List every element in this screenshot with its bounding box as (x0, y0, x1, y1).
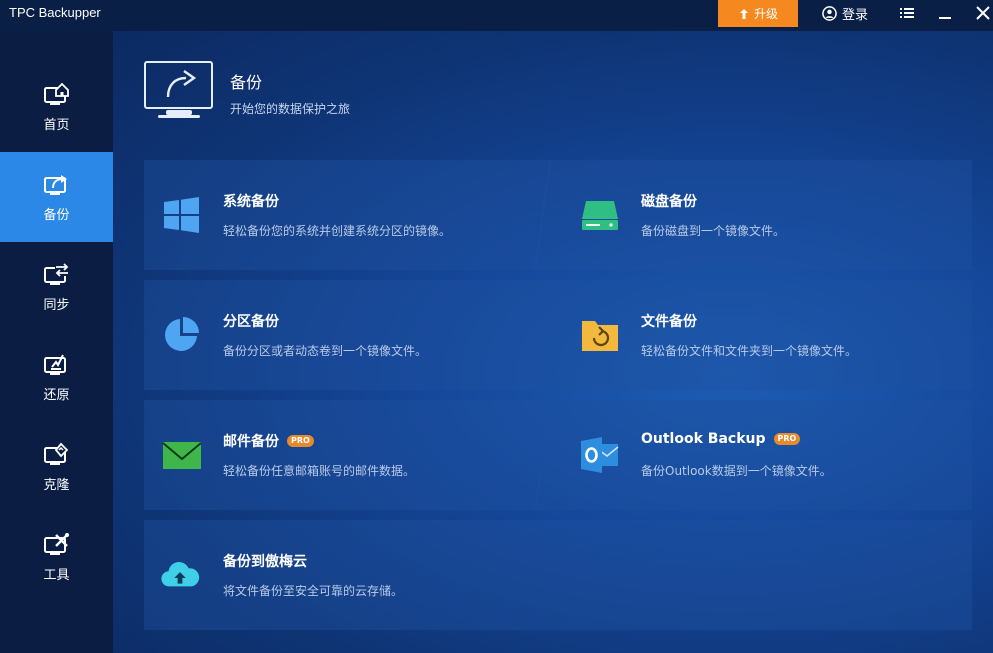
card-file-backup[interactable]: 文件备份 轻松备份文件和文件夹到一个镜像文件。 (534, 280, 972, 390)
sidebar-item-home[interactable]: 首页 (0, 62, 113, 152)
upgrade-label: 升级 (753, 7, 778, 21)
pro-badge: PRO (287, 435, 314, 447)
title-bar: TPC Backupper 升级 登录 (0, 0, 993, 31)
card-desc: 备份Outlook数据到一个镜像文件。 (641, 464, 832, 478)
windows-icon (164, 197, 199, 233)
card-title: 文件备份 (641, 314, 697, 330)
sidebar-item-restore[interactable]: 还原 (0, 332, 113, 422)
pro-badge: PRO (773, 433, 801, 445)
sidebar-item-sync[interactable]: 同步 (0, 242, 113, 332)
sidebar-item-clone[interactable]: 克隆 (0, 422, 113, 512)
card-partition-backup[interactable]: 分区备份 备份分区或者动态卷到一个镜像文件。 (144, 280, 551, 390)
card-outlook-backup[interactable]: Outlook Backup PRO 备份Outlook数据到一个镜像文件。 (534, 400, 972, 510)
card-system-backup[interactable]: 系统备份 轻松备份您的系统并创建系统分区的镜像。 (144, 160, 551, 270)
home-icon (43, 82, 69, 105)
card-desc: 轻松备份文件和文件夹到一个镜像文件。 (641, 344, 858, 358)
card-title: Outlook Backup PRO (641, 431, 801, 447)
backup-icon (43, 174, 67, 195)
sidebar-item-label: 还原 (43, 387, 70, 403)
card-desc: 备份分区或者动态卷到一个镜像文件。 (223, 344, 428, 358)
card-title: 分区备份 (223, 314, 279, 330)
login-label: 登录 (842, 7, 869, 23)
card-title: 系统备份 (223, 194, 279, 210)
menu-button[interactable] (897, 3, 917, 23)
mail-icon (162, 442, 202, 469)
sync-icon (43, 262, 69, 285)
close-icon (976, 6, 990, 20)
cloud-upload-icon (161, 562, 200, 587)
sidebar-item-label: 首页 (43, 117, 70, 133)
sidebar-item-backup[interactable]: 备份 (0, 152, 113, 242)
upgrade-button[interactable]: 升级 (718, 0, 798, 27)
card-disk-backup[interactable]: 磁盘备份 备份磁盘到一个镜像文件。 (534, 160, 972, 270)
disk-icon (582, 201, 618, 230)
card-title: 备份到傲梅云 (223, 554, 307, 570)
card-title: 邮件备份 PRO (223, 431, 314, 451)
clone-icon (43, 442, 68, 465)
sidebar: 首页 备份 同步 还原 克隆 工具 (0, 31, 113, 653)
card-title: 磁盘备份 (641, 194, 697, 210)
page-title: 备份 (230, 73, 263, 92)
sidebar-item-label: 同步 (43, 297, 70, 313)
sidebar-item-label: 工具 (43, 567, 70, 583)
page-subtitle: 开始您的数据保护之旅 (230, 102, 351, 116)
sidebar-item-tools[interactable]: 工具 (0, 512, 113, 602)
minimize-button[interactable] (935, 3, 955, 23)
tools-icon (43, 532, 69, 555)
menu-icon (900, 8, 914, 18)
close-button[interactable] (973, 3, 993, 23)
card-desc: 将文件备份至安全可靠的云存储。 (223, 584, 404, 598)
app-title: TPC Backupper (9, 5, 101, 20)
login-button[interactable]: 登录 (822, 4, 869, 23)
card-desc: 备份磁盘到一个镜像文件。 (641, 224, 786, 238)
sidebar-item-label: 备份 (43, 207, 70, 223)
card-desc: 轻松备份任意邮箱账号的邮件数据。 (223, 464, 416, 478)
card-email-backup[interactable]: 邮件备份 PRO 轻松备份任意邮箱账号的邮件数据。 (144, 400, 551, 510)
outlook-icon (581, 437, 619, 473)
card-desc: 轻松备份您的系统并创建系统分区的镜像。 (223, 224, 452, 238)
pie-chart-icon (165, 317, 199, 351)
sidebar-item-label: 克隆 (43, 477, 70, 493)
folder-refresh-icon (582, 321, 618, 351)
upgrade-arrow-icon (739, 8, 748, 19)
restore-icon (43, 354, 66, 375)
user-icon (822, 5, 837, 21)
backup-monitor-icon (144, 61, 213, 118)
card-cloud-backup[interactable]: 备份到傲梅云 将文件备份至安全可靠的云存储。 (144, 520, 972, 630)
minimize-icon (939, 17, 951, 19)
main-panel: 备份 开始您的数据保护之旅 系统备份 轻松备份您的系统并创建系统分区的镜像。 磁… (113, 31, 993, 653)
